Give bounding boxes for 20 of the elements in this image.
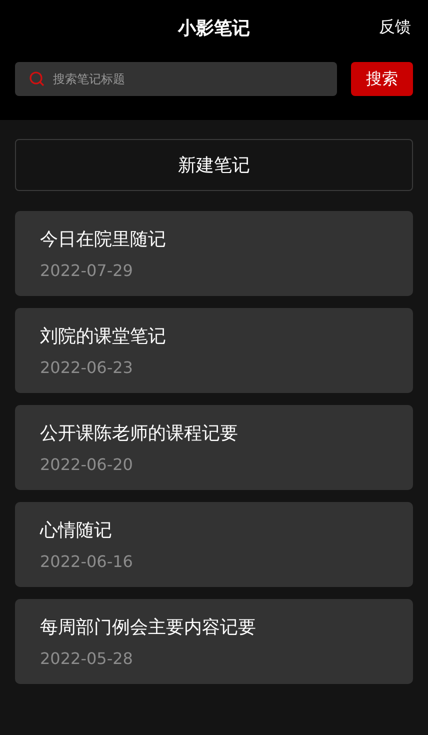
search-button[interactable]: 搜索 [351,62,413,96]
note-card[interactable]: 刘院的课堂笔记 2022-06-23 [15,308,413,393]
note-date: 2022-07-29 [40,261,134,280]
note-date: 2022-06-20 [40,455,134,474]
new-note-button[interactable]: 新建笔记 [15,139,413,191]
note-card[interactable]: 公开课陈老师的课程记要 2022-06-20 [15,405,413,490]
note-title: 刘院的课堂笔记 [40,325,167,348]
note-title: 每周部门例会主要内容记要 [40,616,257,639]
feedback-link[interactable]: 反馈 [379,17,413,38]
search-field[interactable]: 搜索笔记标题 [15,62,337,96]
note-date: 2022-05-28 [40,649,134,668]
note-title: 心情随记 [40,519,113,542]
note-title: 今日在院里随记 [40,228,167,251]
app-title: 小影笔记 [178,16,250,40]
note-card[interactable]: 每周部门例会主要内容记要 2022-05-28 [15,599,413,684]
note-date: 2022-06-23 [40,358,134,377]
note-title: 公开课陈老师的课程记要 [40,422,239,445]
note-card[interactable]: 今日在院里随记 2022-07-29 [15,211,413,296]
note-card[interactable]: 心情随记 2022-06-16 [15,502,413,587]
note-date: 2022-06-16 [40,552,134,571]
